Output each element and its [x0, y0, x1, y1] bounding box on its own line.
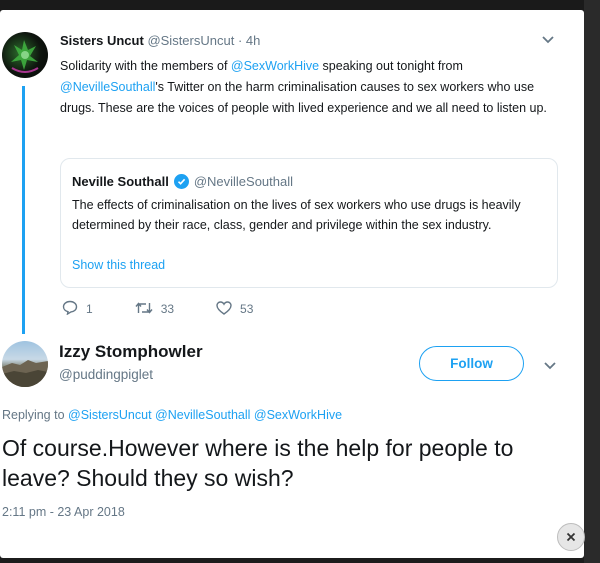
- replying-mentions[interactable]: @SistersUncut @NevilleSouthall @SexWorkH…: [68, 408, 342, 422]
- thread-line: [22, 86, 25, 334]
- retweet-count: 33: [160, 302, 175, 316]
- tweet-card: Sisters Uncut @SistersUncut · 4h Solidar…: [0, 10, 584, 558]
- tweet-text: Solidarity with the members of @SexWorkH…: [60, 56, 550, 119]
- retweet-icon: [135, 301, 153, 318]
- tweet-time[interactable]: 4h: [246, 33, 260, 48]
- quoted-tweet-text: The effects of criminalisation on the li…: [72, 198, 521, 232]
- tweet-actions: 1 33 53: [62, 300, 295, 318]
- background-edge: [584, 0, 600, 563]
- reply-text: Of course.However where is the help for …: [2, 435, 514, 491]
- show-thread-link[interactable]: Show this thread: [72, 258, 165, 272]
- quoted-author-handle: @NevilleSouthall: [193, 174, 294, 189]
- chevron-down-icon[interactable]: [541, 32, 555, 48]
- like-action[interactable]: 53: [216, 300, 253, 318]
- replying-to: Replying to @SistersUncut @NevilleSoutha…: [2, 408, 342, 422]
- tweet-author-handle[interactable]: @SistersUncut: [147, 33, 234, 48]
- sisters-uncut-avatar[interactable]: [2, 32, 48, 78]
- quoted-author-name: Neville Southall: [72, 174, 169, 189]
- tweet-text-part: speaking out tonight from: [319, 59, 463, 73]
- tweet-header: Sisters Uncut @SistersUncut · 4h: [60, 33, 260, 48]
- quoted-tweet-header: Neville Southall @NevilleSouthall: [72, 174, 293, 189]
- quoted-tweet[interactable]: Neville Southall @NevilleSouthall The ef…: [60, 158, 558, 288]
- heart-icon: [216, 300, 232, 318]
- tweet-text-part: Solidarity with the members of: [60, 59, 231, 73]
- reply-action[interactable]: 1: [62, 300, 93, 318]
- reply-author-name[interactable]: Izzy Stomphowler: [59, 342, 203, 362]
- reply-count: 1: [86, 302, 93, 316]
- reply-author-handle[interactable]: @puddingpiglet: [59, 367, 153, 382]
- tweet-separator: ·: [237, 33, 243, 48]
- reply-timestamp[interactable]: 2:11 pm - 23 Apr 2018: [2, 505, 125, 519]
- chevron-down-icon[interactable]: [543, 358, 557, 374]
- verified-badge-icon: [173, 174, 189, 189]
- follow-button[interactable]: Follow: [419, 346, 524, 381]
- izzy-stomphowler-avatar[interactable]: [2, 341, 48, 387]
- tweet-author-name[interactable]: Sisters Uncut: [60, 33, 144, 48]
- replying-prefix: Replying to: [2, 408, 69, 422]
- mention-link[interactable]: @SexWorkHive: [231, 59, 319, 73]
- background-bar: [0, 0, 584, 10]
- like-count: 53: [240, 302, 254, 316]
- mention-link[interactable]: @NevilleSouthall: [60, 80, 155, 94]
- retweet-action[interactable]: 33: [135, 300, 174, 318]
- close-icon[interactable]: [557, 523, 585, 551]
- reply-icon: [62, 300, 78, 318]
